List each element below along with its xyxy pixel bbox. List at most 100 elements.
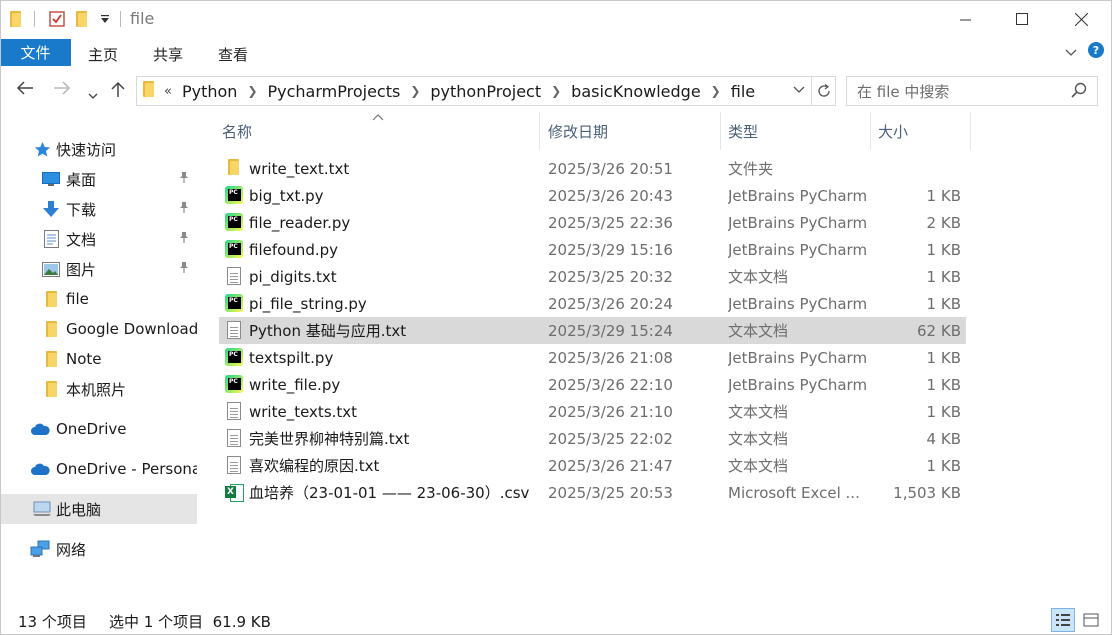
table-row[interactable]: 血培养（23-01-01 —— 23-06-30）.csv 2025/3/25 … <box>219 479 966 506</box>
properties-checkmark-icon[interactable] <box>48 9 66 29</box>
search-input[interactable]: 在 file 中搜索 <box>846 76 1098 106</box>
sidebar-item-onedrive[interactable]: OneDrive <box>0 414 197 444</box>
table-row[interactable]: pi_digits.txt 2025/3/25 20:32 文本文档 1 KB <box>219 263 966 290</box>
new-folder-icon[interactable] <box>76 9 87 29</box>
maximize-button[interactable] <box>999 0 1045 38</box>
file-date: 2025/3/26 21:08 <box>548 348 673 367</box>
breadcrumb-basicknowledge[interactable]: basicKnowledge <box>571 82 701 101</box>
chevron-right-icon[interactable]: ❯ <box>711 84 721 98</box>
file-date: 2025/3/25 22:02 <box>548 429 673 448</box>
refresh-icon <box>817 84 830 97</box>
sidebar-item-file[interactable]: file <box>0 284 197 314</box>
pin-icon[interactable] <box>178 261 190 277</box>
table-row[interactable]: pi_file_string.py 2025/3/26 20:24 JetBra… <box>219 290 966 317</box>
table-row[interactable]: textspilt.py 2025/3/26 21:08 JetBrains P… <box>219 344 966 371</box>
column-divider[interactable] <box>720 112 721 150</box>
minimize-button[interactable] <box>942 0 988 38</box>
sidebar-item-local-photos[interactable]: 本机照片 <box>0 374 197 404</box>
file-name: textspilt.py <box>249 348 334 367</box>
table-row[interactable]: write_file.py 2025/3/26 22:10 JetBrains … <box>219 371 966 398</box>
address-bar[interactable]: « Python ❯ PycharmProjects ❯ pythonProje… <box>136 76 812 106</box>
help-button[interactable]: ? <box>1088 42 1104 58</box>
up-button[interactable] <box>110 80 126 103</box>
file-name: write_text.txt <box>249 159 350 178</box>
sidebar-item-quick-access[interactable]: 快速访问 <box>0 134 197 164</box>
recent-locations-button[interactable] <box>88 84 98 105</box>
column-divider[interactable] <box>970 112 971 150</box>
file-date: 2025/3/25 20:53 <box>548 483 673 502</box>
table-row[interactable]: big_txt.py 2025/3/26 20:43 JetBrains PyC… <box>219 182 966 209</box>
file-type: JetBrains PyCharm <box>728 240 868 259</box>
item-count: 13 个项目 <box>18 613 87 631</box>
file-date: 2025/3/26 21:47 <box>548 456 673 475</box>
text-file-icon <box>225 429 243 447</box>
table-row[interactable]: file_reader.py 2025/3/25 22:36 JetBrains… <box>219 209 966 236</box>
column-header-type[interactable]: 类型 <box>724 112 864 150</box>
breadcrumb-pycharmprojects[interactable]: PycharmProjects <box>268 82 401 101</box>
search-icon[interactable] <box>1071 82 1087 102</box>
close-button[interactable] <box>1058 0 1104 38</box>
folder-icon <box>143 81 154 101</box>
address-history-button[interactable] <box>793 84 805 97</box>
sidebar-item-pictures[interactable]: 图片 <box>0 254 197 284</box>
sidebar-item-label: 网络 <box>56 540 87 559</box>
pycharm-file-icon <box>225 186 243 204</box>
column-divider[interactable] <box>870 112 871 150</box>
chevron-right-icon[interactable]: ❯ <box>551 84 561 98</box>
table-row[interactable]: 完美世界柳神特别篇.txt 2025/3/25 22:02 文本文档 4 KB <box>219 425 966 452</box>
tab-view[interactable]: 查看 <box>218 44 248 65</box>
column-header-date[interactable]: 修改日期 <box>544 112 714 150</box>
chevron-right-icon[interactable]: ❯ <box>247 84 257 98</box>
breadcrumb-pythonproject[interactable]: pythonProject <box>430 82 541 101</box>
file-type: 文本文档 <box>728 322 789 340</box>
pin-icon[interactable] <box>178 201 190 217</box>
column-header-size[interactable]: 大小 <box>874 112 964 150</box>
back-button[interactable] <box>16 80 34 101</box>
large-icons-view-button[interactable] <box>1079 608 1103 632</box>
table-row[interactable]: write_texts.txt 2025/3/26 21:10 文本文档 1 K… <box>219 398 966 425</box>
file-size: 2 KB <box>926 213 961 232</box>
file-name: 血培养（23-01-01 —— 23-06-30）.csv <box>249 484 530 502</box>
column-header-name[interactable]: 名称 <box>218 112 538 150</box>
navigation-bar: « Python ❯ PycharmProjects ❯ pythonProje… <box>0 72 1112 110</box>
sidebar-item-google-download[interactable]: Google Download <box>0 314 197 344</box>
folder-icon <box>41 379 61 399</box>
tab-file[interactable]: 文件 <box>0 39 71 66</box>
pin-icon[interactable] <box>178 171 190 187</box>
file-type: 文件夹 <box>728 160 774 178</box>
sidebar-item-this-pc[interactable]: 此电脑 <box>0 494 197 524</box>
table-row[interactable]: filefound.py 2025/3/29 15:16 JetBrains P… <box>219 236 966 263</box>
file-size: 1 KB <box>926 240 961 259</box>
network-icon <box>30 539 50 559</box>
forward-button[interactable] <box>53 80 71 101</box>
file-size: 1 KB <box>926 375 961 394</box>
tab-share[interactable]: 共享 <box>153 44 183 65</box>
table-row-selected[interactable]: Python 基础与应用.txt 2025/3/29 15:24 文本文档 62… <box>219 317 966 344</box>
refresh-button[interactable] <box>812 76 836 106</box>
breadcrumb-overflow[interactable]: « <box>164 84 172 99</box>
ribbon-tabs: 文件 主页 共享 查看 ? <box>0 38 1112 68</box>
details-view-button[interactable] <box>1051 608 1075 632</box>
breadcrumb-python[interactable]: Python <box>182 82 237 101</box>
large-icons-view-icon <box>1083 613 1099 627</box>
breadcrumb-file[interactable]: file <box>731 82 755 101</box>
table-row[interactable]: 喜欢编程的原因.txt 2025/3/26 21:47 文本文档 1 KB <box>219 452 966 479</box>
customize-quick-access-button[interactable] <box>100 9 110 29</box>
chevron-right-icon[interactable]: ❯ <box>410 84 420 98</box>
table-row[interactable]: write_text.txt 2025/3/26 20:51 文件夹 <box>219 155 966 182</box>
sidebar-item-label: 快速访问 <box>56 140 117 159</box>
sidebar-item-network[interactable]: 网络 <box>0 534 197 564</box>
file-size: 1 KB <box>926 294 961 313</box>
pin-icon[interactable] <box>178 231 190 247</box>
sidebar-item-onedrive-personal[interactable]: OneDrive - Persona <box>0 454 197 484</box>
sidebar-item-desktop[interactable]: 桌面 <box>0 164 197 194</box>
sidebar-item-documents[interactable]: 文档 <box>0 224 197 254</box>
sidebar-item-downloads[interactable]: 下载 <box>0 194 197 224</box>
expand-ribbon-button[interactable] <box>1065 46 1077 61</box>
column-divider[interactable] <box>539 112 540 150</box>
sidebar-item-note[interactable]: Note <box>0 344 197 374</box>
pycharm-file-icon <box>225 213 243 231</box>
tab-home[interactable]: 主页 <box>88 44 118 65</box>
file-name: big_txt.py <box>249 186 324 205</box>
folder-icon <box>41 319 61 339</box>
